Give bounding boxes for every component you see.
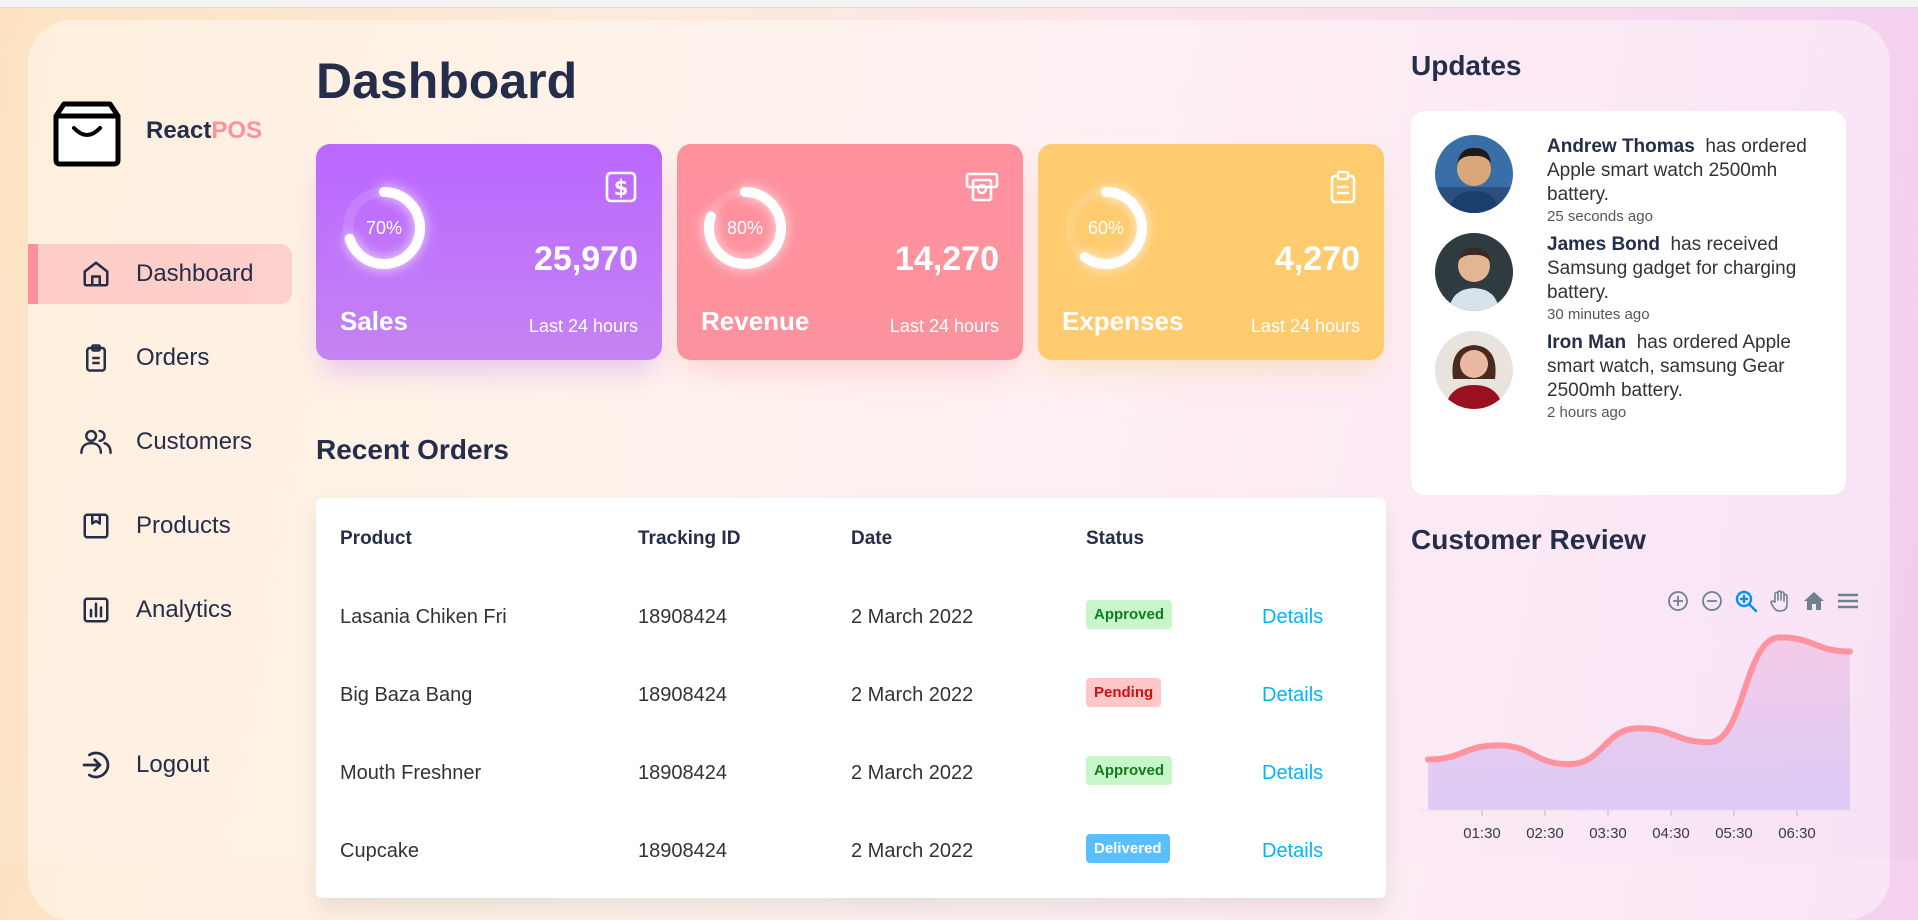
card-name: Revenue — [701, 306, 810, 336]
avatar — [1435, 233, 1513, 311]
date-cell: 2 March 2022 — [851, 840, 974, 862]
details-link[interactable]: Details — [1262, 684, 1323, 707]
date-cell: 2 March 2022 — [851, 684, 974, 706]
users-icon — [78, 424, 114, 460]
progress-percent: 80% — [726, 217, 764, 238]
update-time: 25 seconds ago — [1547, 208, 1653, 225]
tracking-cell: 18908424 — [638, 840, 727, 862]
product-cell: Big Baza Bang — [340, 684, 473, 706]
details-link[interactable]: Details — [1262, 840, 1323, 863]
svg-text:$: $ — [614, 176, 629, 200]
table-row: Big Baza Bang 18908424 2 March 2022 Pend… — [316, 676, 1386, 716]
app-name: ReactPOS — [146, 117, 263, 144]
orders-table: Product Tracking ID Date Status Lasania … — [316, 498, 1386, 898]
card-name: Expenses — [1062, 306, 1184, 336]
sidebar-item-orders[interactable]: Orders — [28, 328, 292, 388]
update-text: James Bond has received Samsung gadget f… — [1547, 234, 1797, 303]
sidebar-item-customers[interactable]: Customers — [28, 412, 292, 472]
date-cell: 2 March 2022 — [851, 762, 974, 784]
update-time: 2 hours ago — [1547, 404, 1627, 421]
card-name: Sales — [340, 306, 408, 336]
shopping-bag-icon — [53, 101, 121, 167]
logout-label: Logout — [136, 751, 210, 778]
product-cell: Mouth Freshner — [340, 762, 482, 784]
sidebar-menu: Dashboard Orders Customers Products Anal… — [28, 244, 292, 664]
sidebar-item-label: Analytics — [136, 596, 233, 623]
column-header: Tracking ID — [638, 528, 741, 549]
table-row: Cupcake 18908424 2 March 2022 Delivered … — [316, 832, 1386, 872]
details-link[interactable]: Details — [1262, 606, 1323, 629]
progress-ring: 60% — [1058, 180, 1164, 286]
card-expenses[interactable]: 60% 4,270 Expenses Last 24 hours — [1038, 144, 1384, 360]
card-period: Last 24 hours — [889, 316, 999, 336]
product-cell: Lasania Chiken Fri — [340, 606, 507, 628]
date-cell: 2 March 2022 — [851, 606, 974, 628]
progress-percent: 60% — [1087, 217, 1125, 238]
tracking-cell: 18908424 — [638, 762, 727, 784]
recent-orders-title: Recent Orders — [316, 434, 509, 465]
sidebar-item-label: Dashboard — [136, 260, 254, 287]
sidebar-item-label: Products — [136, 512, 231, 539]
x-tick-label: 06:30 — [1778, 825, 1816, 842]
customer-review-chart: 01:30 02:30 03:30 04:30 05:30 06:30 — [1420, 634, 1860, 842]
sidebar-item-dashboard[interactable]: Dashboard — [28, 244, 292, 304]
status-badge: Approved — [1086, 600, 1173, 629]
updates-title: Updates — [1411, 50, 1522, 81]
table-header: Product Tracking ID Date Status — [316, 528, 1386, 552]
update-text: Iron Man has ordered Apple smart watch, … — [1547, 332, 1791, 401]
status-badge: Delivered — [1086, 834, 1170, 863]
x-tick-label: 01:30 — [1463, 825, 1501, 842]
clipboard-icon — [78, 340, 114, 376]
package-icon — [78, 508, 114, 544]
details-link[interactable]: Details — [1262, 762, 1323, 785]
logout-icon — [78, 747, 114, 783]
card-value: 4,270 — [1274, 240, 1360, 278]
progress-percent: 70% — [365, 217, 403, 238]
column-header: Status — [1086, 528, 1145, 549]
x-axis-ticks: 01:30 02:30 03:30 04:30 05:30 06:30 — [1420, 809, 1860, 842]
product-cell: Cupcake — [340, 840, 419, 862]
browser-top-edge — [0, 0, 1918, 8]
table-row: Lasania Chiken Fri 18908424 2 March 2022… — [316, 598, 1386, 638]
chart-area — [1428, 637, 1850, 810]
status-badge: Approved — [1086, 756, 1173, 785]
card-value: 25,970 — [534, 240, 638, 278]
x-tick-label: 03:30 — [1589, 825, 1627, 842]
page-title: Dashboard — [316, 53, 578, 109]
column-header: Date — [851, 528, 893, 549]
logout-button[interactable]: Logout — [28, 735, 292, 795]
progress-ring: 80% — [697, 180, 803, 286]
dollar-icon: $ — [605, 171, 637, 203]
avatar — [1435, 135, 1513, 213]
logo[interactable]: ReactPOS — [52, 94, 262, 168]
sidebar-item-analytics[interactable]: Analytics — [28, 580, 292, 640]
clipboard-icon — [1330, 170, 1356, 204]
status-badge: Pending — [1086, 678, 1162, 707]
update-time: 30 minutes ago — [1547, 306, 1650, 323]
home-icon — [78, 256, 114, 292]
logout-section: Logout — [28, 735, 292, 795]
updates-panel: Andrew Thomas has ordered Apple smart wa… — [1411, 111, 1846, 495]
column-header: Product — [340, 528, 412, 549]
sidebar-item-products[interactable]: Products — [28, 496, 292, 556]
card-revenue[interactable]: 80% 14,270 Revenue Last 24 hours — [677, 144, 1023, 360]
table-row: Mouth Freshner 18908424 2 March 2022 App… — [316, 754, 1386, 794]
progress-ring: 70% — [336, 180, 442, 286]
update-text: Andrew Thomas has ordered Apple smart wa… — [1547, 136, 1807, 205]
avatar — [1435, 331, 1513, 409]
tracking-cell: 18908424 — [638, 684, 727, 706]
x-tick-label: 05:30 — [1715, 825, 1753, 842]
card-sales[interactable]: 70% $ 25,970 Sales Last 24 hours — [316, 144, 662, 360]
sidebar-item-label: Orders — [136, 344, 210, 371]
money-icon — [965, 172, 999, 202]
card-period: Last 24 hours — [1250, 316, 1360, 336]
x-tick-label: 04:30 — [1652, 825, 1690, 842]
card-period: Last 24 hours — [528, 316, 638, 336]
customer-review-title: Customer Review — [1411, 524, 1646, 555]
x-tick-label: 02:30 — [1526, 825, 1564, 842]
card-value: 14,270 — [895, 240, 999, 278]
bar-chart-icon — [78, 592, 114, 628]
sidebar-item-label: Customers — [136, 428, 253, 455]
tracking-cell: 18908424 — [638, 606, 727, 628]
